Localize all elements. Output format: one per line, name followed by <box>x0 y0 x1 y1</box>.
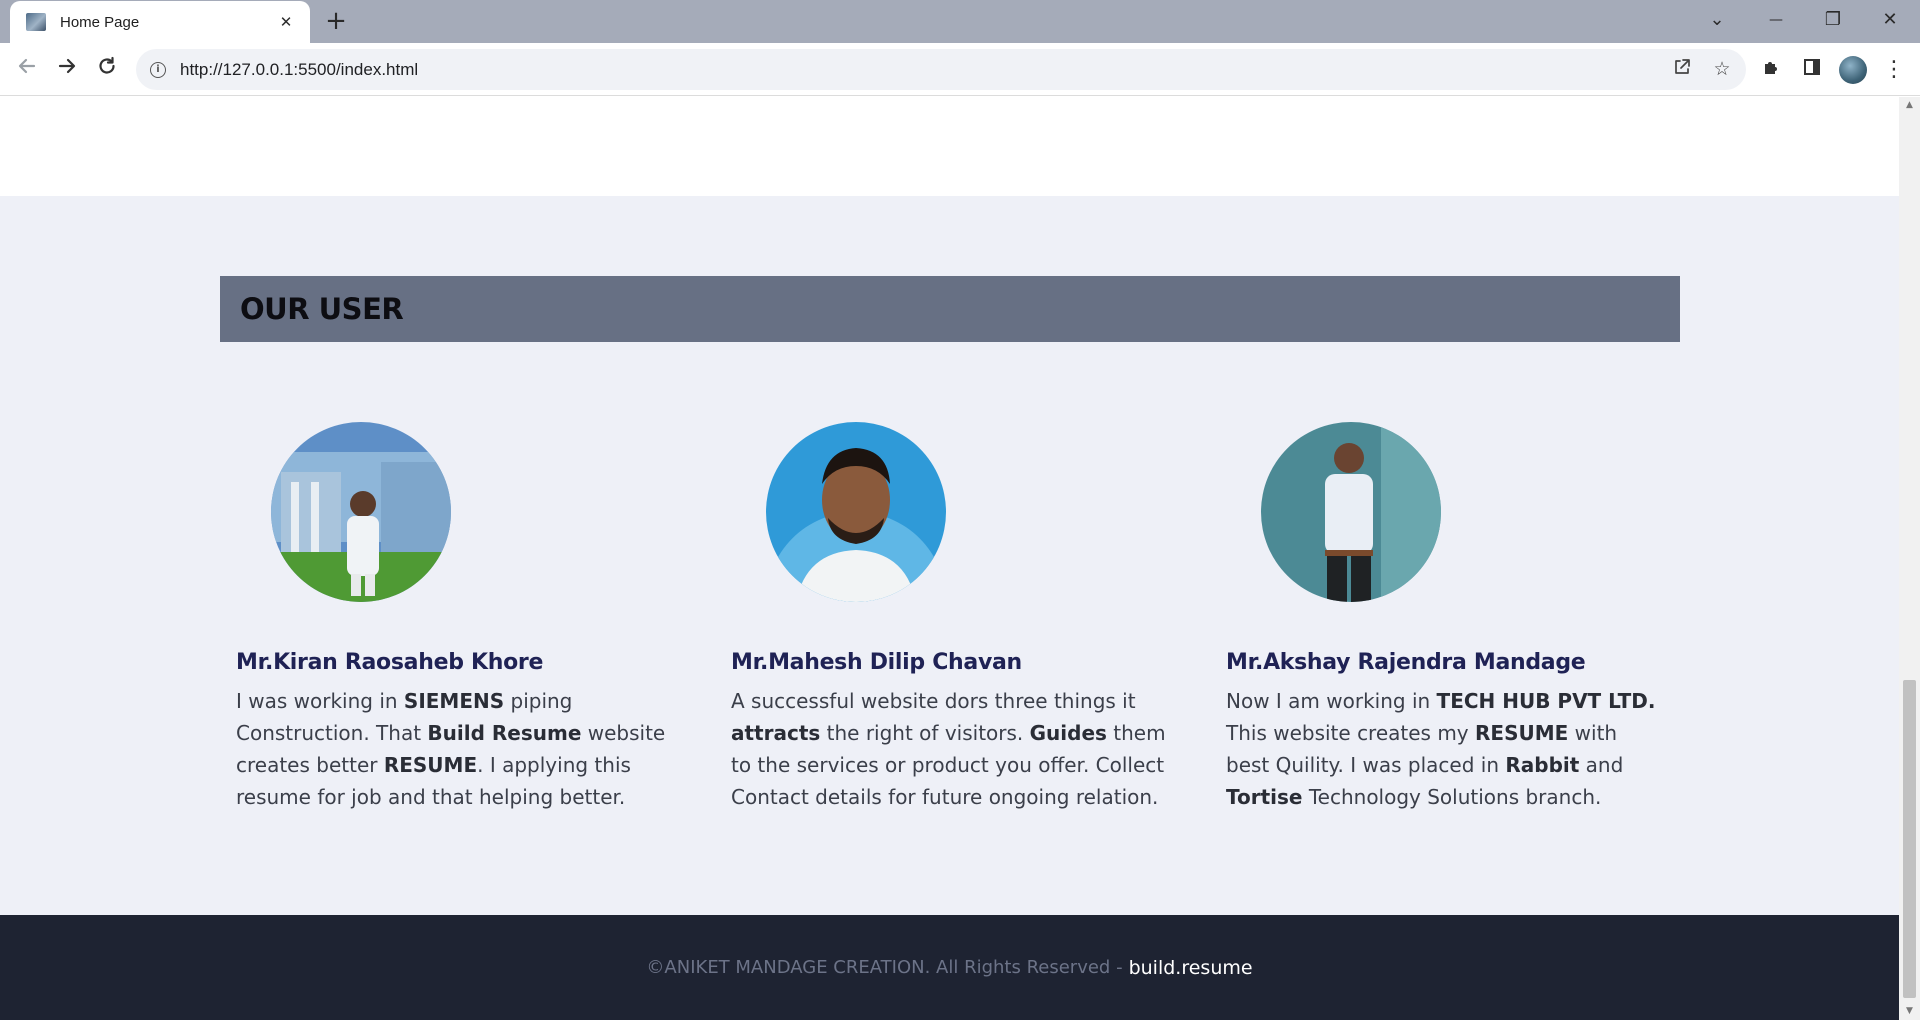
user-card: Mr.Mahesh Dilip Chavan A successful webs… <box>731 422 1171 813</box>
user-testimonial: Now I am working in TECH HUB PVT LTD. Th… <box>1226 685 1666 813</box>
address-bar[interactable]: i http://127.0.0.1:5500/index.html ☆ <box>136 49 1746 90</box>
extensions-puzzle-icon[interactable] <box>1757 55 1787 85</box>
user-card: Mr.Kiran Raosaheb Khore I was working in… <box>236 422 676 813</box>
previous-section-bottom <box>0 97 1899 196</box>
vertical-scrollbar[interactable]: ▲ ▼ <box>1899 97 1920 1020</box>
emphasis-text: Build Resume <box>427 721 582 745</box>
site-info-icon[interactable]: i <box>150 61 166 78</box>
kebab-menu-icon[interactable]: ⋮ <box>1879 55 1909 85</box>
emphasis-text: TECH HUB PVT LTD. <box>1436 689 1656 713</box>
section-header-bar: OUR USER <box>220 276 1680 342</box>
body-text: This website creates my <box>1226 721 1476 745</box>
emphasis-text: SIEMENS <box>403 689 505 713</box>
reload-icon[interactable] <box>92 55 122 85</box>
back-arrow-icon[interactable] <box>12 55 42 85</box>
body-text: A successful website dors three things i… <box>731 689 1136 713</box>
user-name: Mr.Mahesh Dilip Chavan <box>731 650 1022 675</box>
page-viewport: OUR USER Mr.Kiran Raosaheb Khore I was w… <box>0 97 1899 1020</box>
tab-search-button[interactable]: ⌄ <box>1697 4 1737 36</box>
emphasis-text: Guides <box>1029 721 1107 745</box>
user-photo <box>766 422 946 602</box>
copyright-text: ©ANIKET MANDAGE CREATION. All Rights Res… <box>646 957 1123 978</box>
user-photo <box>1261 422 1441 602</box>
close-window-button[interactable]: ✕ <box>1870 4 1910 36</box>
user-testimonial: I was working in SIEMENS piping Construc… <box>236 685 676 813</box>
body-text: the right of visitors. <box>820 721 1030 745</box>
scroll-down-arrow-icon[interactable]: ▼ <box>1899 1003 1920 1020</box>
body-text: Technology Solutions branch. <box>1302 785 1602 809</box>
minimize-button[interactable]: — <box>1756 4 1796 36</box>
user-card: Mr.Akshay Rajendra Mandage Now I am work… <box>1226 422 1666 813</box>
emphasis-text: attracts <box>731 721 821 745</box>
browser-toolbar: i http://127.0.0.1:5500/index.html ☆ ⋮ <box>0 43 1920 96</box>
footer-brand-link[interactable]: build.resume <box>1129 957 1253 979</box>
close-tab-icon[interactable]: ✕ <box>276 13 296 31</box>
emphasis-text: RESUME <box>383 753 478 777</box>
side-panel-icon[interactable] <box>1797 55 1827 85</box>
scrollbar-thumb[interactable] <box>1903 680 1916 998</box>
profile-avatar[interactable] <box>1839 56 1867 84</box>
user-testimonial: A successful website dors three things i… <box>731 685 1171 813</box>
body-text: I was working in <box>236 689 404 713</box>
page-footer: ©ANIKET MANDAGE CREATION. All Rights Res… <box>0 915 1899 1020</box>
emphasis-text: Tortise <box>1226 785 1303 809</box>
favicon-icon <box>26 13 46 31</box>
url-text[interactable]: http://127.0.0.1:5500/index.html <box>180 60 418 80</box>
body-text: Now I am working in <box>1226 689 1437 713</box>
section-title: OUR USER <box>240 292 404 326</box>
user-name: Mr.Akshay Rajendra Mandage <box>1226 650 1586 675</box>
body-text: and <box>1579 753 1624 777</box>
emphasis-text: Rabbit <box>1505 753 1580 777</box>
browser-tab[interactable]: Home Page ✕ <box>10 1 310 43</box>
user-name: Mr.Kiran Raosaheb Khore <box>236 650 544 675</box>
share-icon[interactable] <box>1670 57 1694 81</box>
emphasis-text: RESUME <box>1475 721 1569 745</box>
bookmark-star-icon[interactable]: ☆ <box>1710 57 1734 81</box>
scroll-up-arrow-icon[interactable]: ▲ <box>1899 97 1920 114</box>
browser-tab-strip: Home Page ✕ + ⌄ — ❐ ✕ <box>0 0 1920 43</box>
new-tab-button[interactable]: + <box>322 8 350 36</box>
our-user-section: OUR USER Mr.Kiran Raosaheb Khore I was w… <box>0 196 1899 915</box>
user-photo <box>271 422 451 602</box>
restore-button[interactable]: ❐ <box>1813 4 1853 36</box>
forward-arrow-icon[interactable] <box>52 55 82 85</box>
tab-title: Home Page <box>60 13 140 31</box>
